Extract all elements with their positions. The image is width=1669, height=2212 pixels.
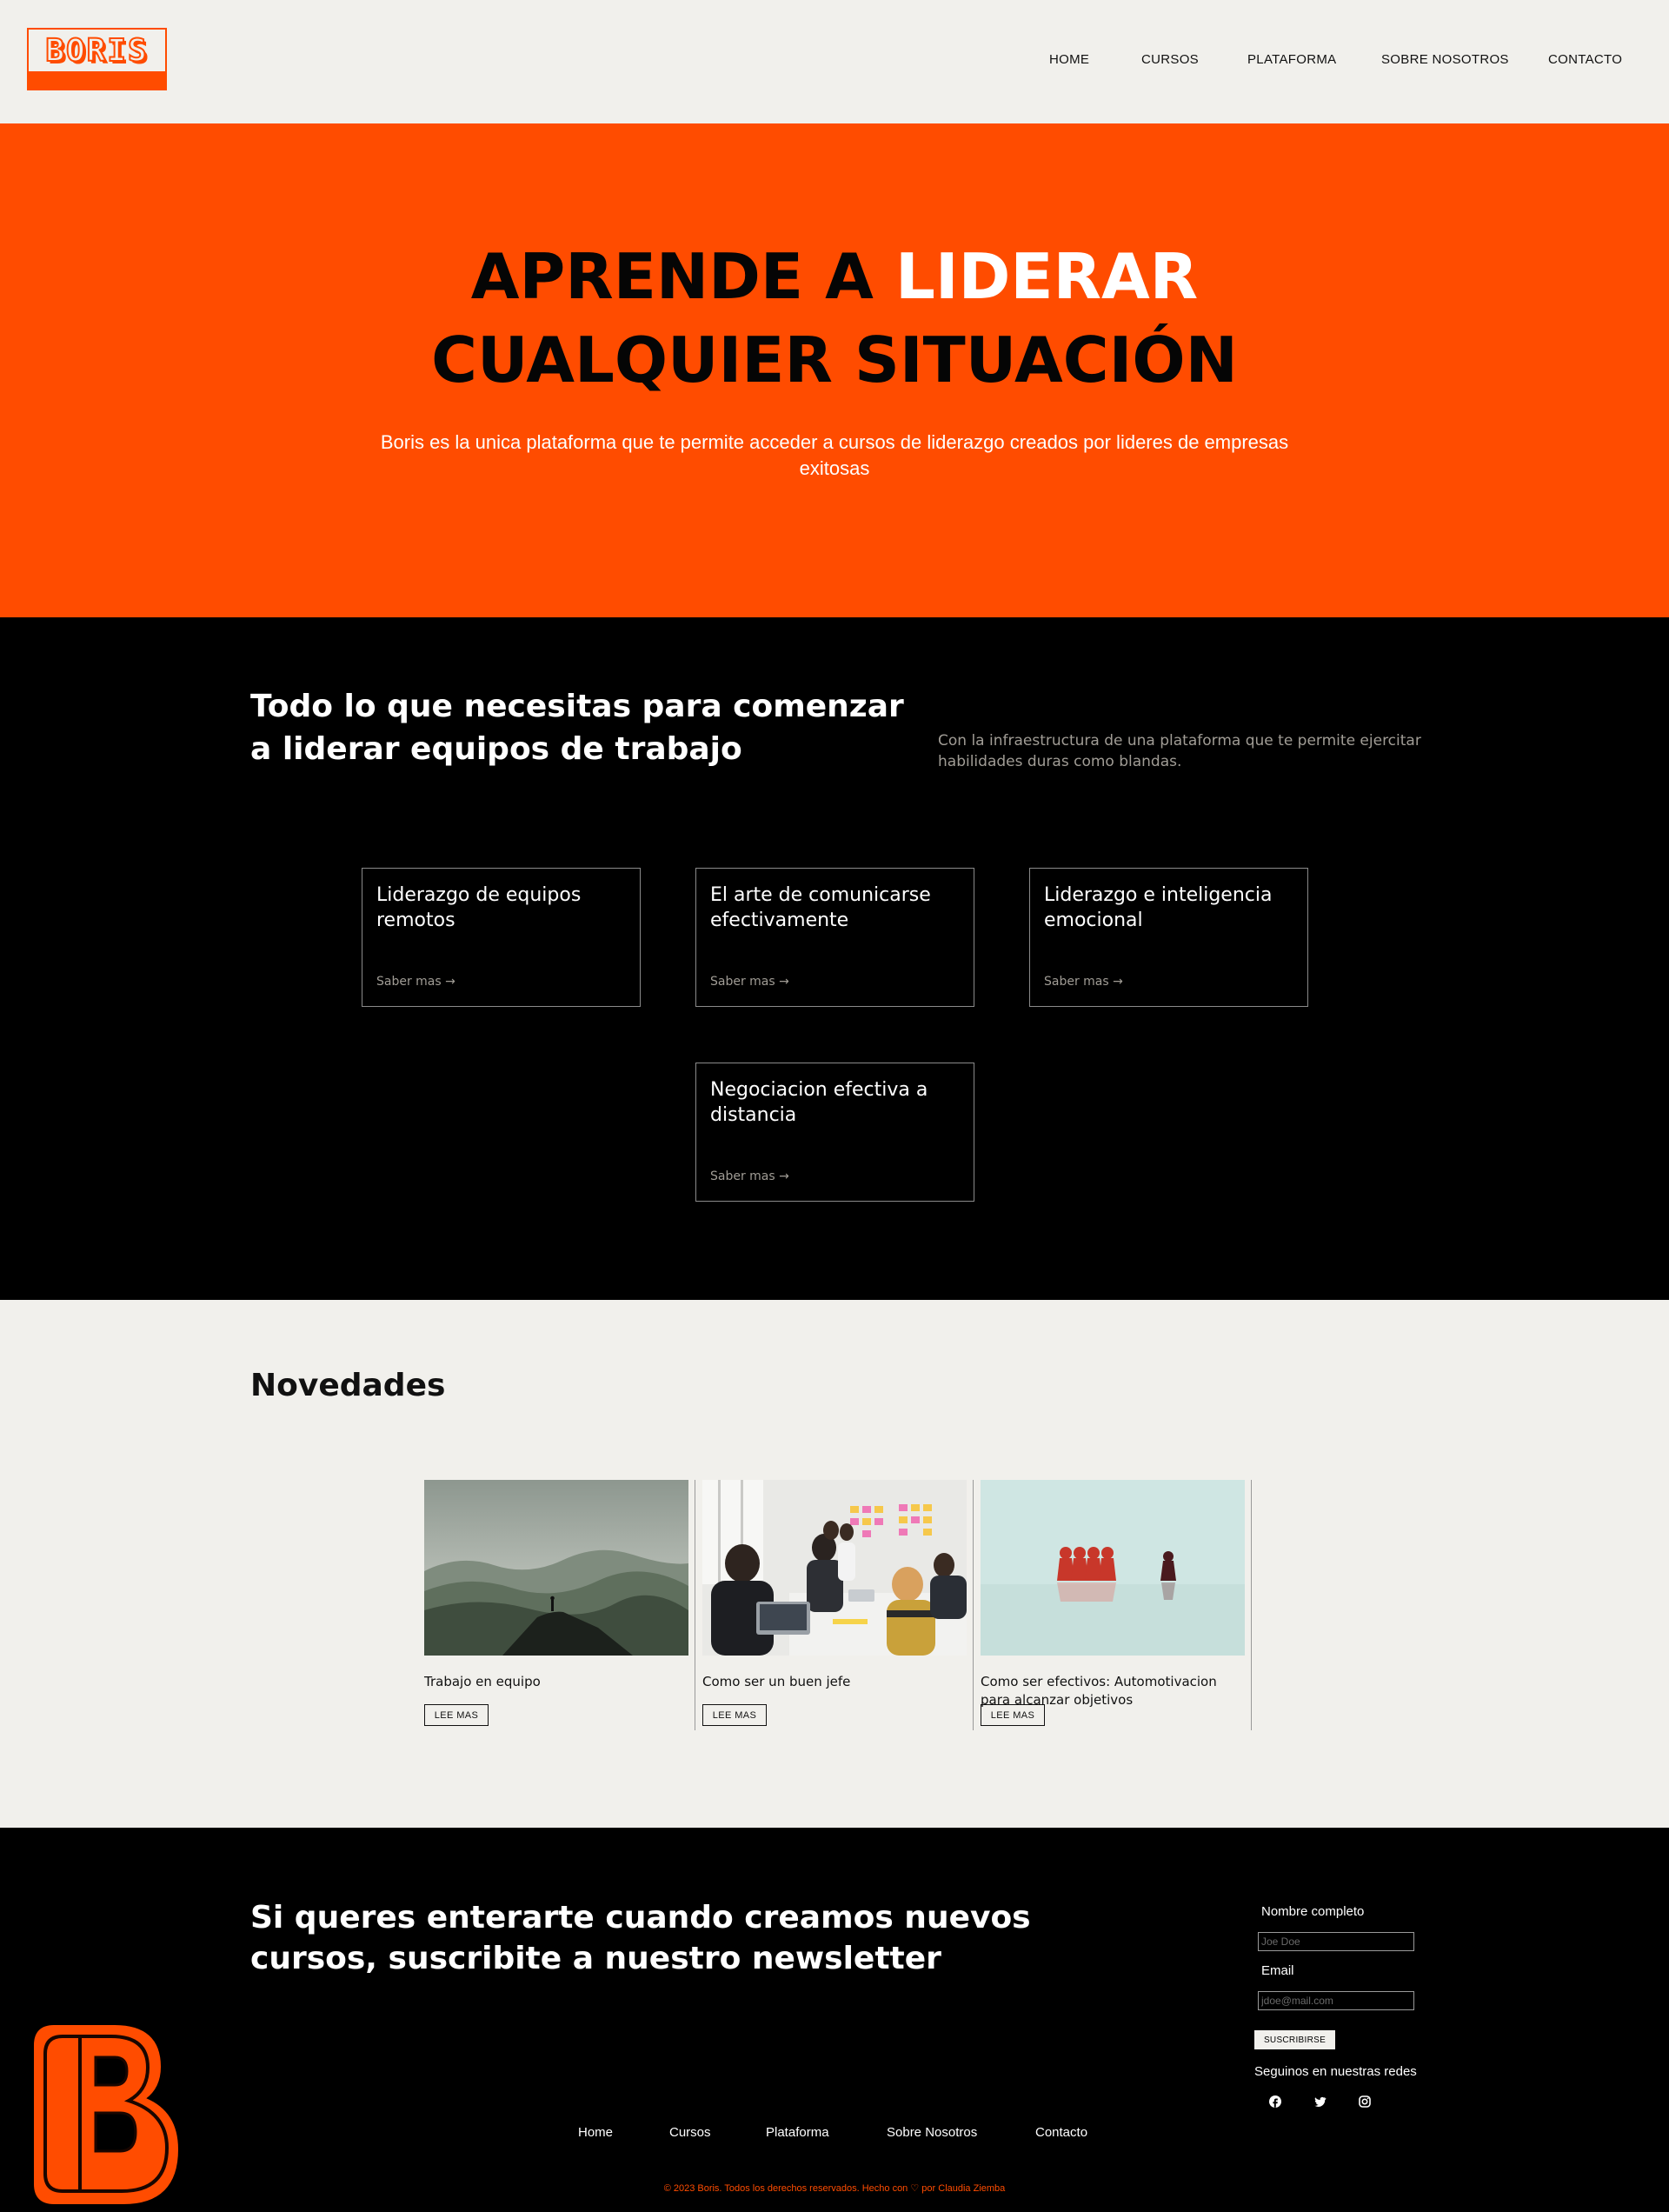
email-input[interactable] xyxy=(1258,1991,1414,2010)
twitter-icon[interactable] xyxy=(1312,2093,1329,2110)
facebook-icon[interactable] xyxy=(1267,2093,1284,2110)
boris-b-mark-icon xyxy=(34,2025,179,2204)
game-pieces-image[interactable] xyxy=(981,1480,1245,1656)
saber-mas-link[interactable]: Saber mas → xyxy=(710,975,789,989)
hero-title-part2: CUALQUIER SITUACIÓN xyxy=(431,323,1238,396)
nav-cursos[interactable]: CURSOS xyxy=(1141,52,1199,67)
news-item: Como ser efectivos: Automotivacion para … xyxy=(981,1480,1245,1730)
saber-mas-link[interactable]: Saber mas → xyxy=(376,975,455,989)
news-divider xyxy=(1251,1480,1252,1730)
news-caption: Trabajo en equipo xyxy=(424,1674,541,1689)
lee-mas-button[interactable]: LEE MAS xyxy=(424,1704,489,1726)
nav-plataforma[interactable]: PLATAFORMA xyxy=(1247,52,1336,67)
hero-section: APRENDE A LIDERAR CUALQUIER SITUACIÓN Bo… xyxy=(0,123,1669,617)
saber-mas-link[interactable]: Saber mas → xyxy=(1044,975,1123,989)
game-pieces-illustration xyxy=(981,1480,1245,1656)
hero-title-part1: APRENDE A xyxy=(470,240,895,313)
saber-mas-link[interactable]: Saber mas → xyxy=(710,1169,789,1183)
name-input[interactable] xyxy=(1258,1932,1414,1951)
features-title: Todo lo que necesitas para comenzar a li… xyxy=(250,689,904,767)
logo-plate: BORIS xyxy=(29,30,165,71)
course-card[interactable]: Negociacion efectiva a distancia Saber m… xyxy=(695,1063,974,1202)
footer-link-home[interactable]: Home xyxy=(578,2125,613,2140)
office-meeting-illustration xyxy=(702,1480,967,1656)
lee-mas-button[interactable]: LEE MAS xyxy=(981,1704,1045,1726)
course-card[interactable]: Liderazgo e inteligencia emocional Saber… xyxy=(1029,868,1308,1007)
footer-link-contacto[interactable]: Contacto xyxy=(1035,2125,1087,2140)
boris-logo[interactable]: BORIS xyxy=(27,28,167,90)
heart-icon: ♡ xyxy=(910,2183,920,2194)
office-meeting-image[interactable] xyxy=(702,1480,967,1656)
nav-sobre-nosotros[interactable]: SOBRE NOSOTROS xyxy=(1381,52,1509,67)
name-label: Nombre completo xyxy=(1261,1904,1365,1919)
copyright-author: por Claudia Ziemba xyxy=(919,2183,1006,2194)
social-title: Seguinos en nuestras redes xyxy=(1254,2064,1417,2079)
course-card-title: Negociacion efectiva a distancia xyxy=(710,1079,928,1126)
subscribe-button[interactable]: SUSCRIBIRSE xyxy=(1254,2030,1335,2049)
news-caption: Como ser un buen jefe xyxy=(702,1674,851,1689)
site-header: BORIS HOME CURSOS PLATAFORMA SOBRE NOSOT… xyxy=(0,0,1669,123)
footer-link-plataforma[interactable]: Plataforma xyxy=(766,2125,829,2140)
hero-title-highlight: LIDERAR xyxy=(894,240,1199,313)
copyright: © 2023 Boris. Todos los derechos reserva… xyxy=(0,2182,1669,2194)
footer-link-cursos[interactable]: Cursos xyxy=(669,2125,711,2140)
nav-contacto[interactable]: CONTACTO xyxy=(1548,52,1622,67)
copyright-text: © 2023 Boris. Todos los derechos reserva… xyxy=(663,2183,911,2194)
hero-title: APRENDE A LIDERAR CUALQUIER SITUACIÓN xyxy=(0,235,1669,402)
features-description: Con la infraestructura de una plataforma… xyxy=(938,732,1421,770)
newsletter-title: Si queres enterarte cuando creamos nuevo… xyxy=(250,1900,1031,1976)
course-card-title: Liderazgo e inteligencia emocional xyxy=(1044,884,1273,931)
features-section: Todo lo que necesitas para comenzar a li… xyxy=(0,617,1669,1300)
hero-subtitle: Boris es la unica plataforma que te perm… xyxy=(380,431,1289,479)
course-card-title: Liderazgo de equipos remotos xyxy=(376,884,582,931)
site-footer: Si queres enterarte cuando creamos nuevo… xyxy=(0,1828,1669,2212)
mountain-landscape-image[interactable] xyxy=(424,1480,688,1656)
course-card-title: El arte de comunicarse efectivamente xyxy=(710,884,931,931)
logo-text: BORIS xyxy=(44,32,149,70)
course-card[interactable]: El arte de comunicarse efectivamente Sab… xyxy=(695,868,974,1007)
news-item: Trabajo en equipo LEE MAS xyxy=(424,1480,688,1730)
footer-link-sobre-nosotros[interactable]: Sobre Nosotros xyxy=(887,2125,977,2140)
email-label: Email xyxy=(1261,1963,1294,1978)
news-item: Como ser un buen jefe LEE MAS xyxy=(702,1480,967,1730)
news-title: Novedades xyxy=(250,1368,446,1403)
red-reflection xyxy=(1057,1582,1116,1602)
lee-mas-button[interactable]: LEE MAS xyxy=(702,1704,767,1726)
mountain-landscape-illustration xyxy=(424,1480,688,1656)
nav-home[interactable]: HOME xyxy=(1049,52,1089,67)
news-section: Novedades Trabajo en equipo LEE MAS Como… xyxy=(0,1300,1669,1828)
news-divider xyxy=(973,1480,974,1730)
course-card[interactable]: Liderazgo de equipos remotos Saber mas → xyxy=(362,868,641,1007)
instagram-icon[interactable] xyxy=(1356,2093,1373,2110)
